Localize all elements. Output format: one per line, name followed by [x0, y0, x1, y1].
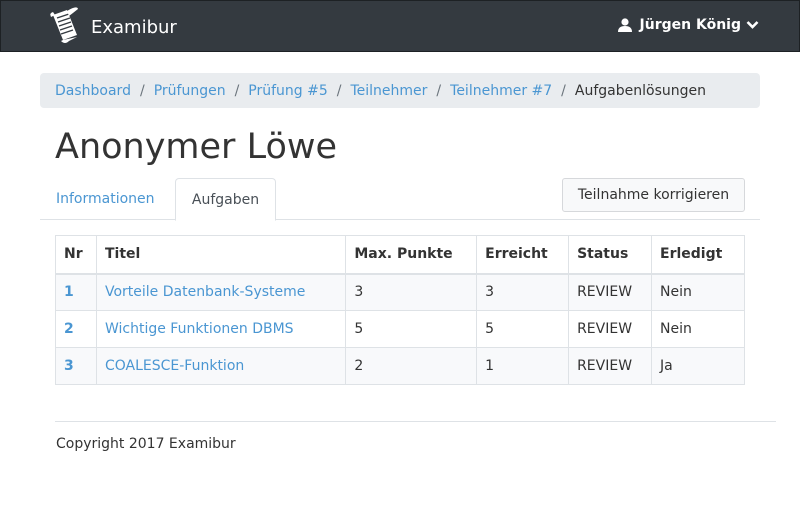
breadcrumb-dashboard[interactable]: Dashboard: [55, 83, 131, 99]
cell-done: Ja: [651, 347, 745, 385]
breadcrumb-separator: /: [561, 82, 566, 99]
task-title-link[interactable]: Wichtige Funktionen DBMS: [105, 321, 294, 337]
cell-status: REVIEW: [568, 310, 653, 348]
tab-aufgaben[interactable]: Aufgaben: [175, 178, 276, 221]
column-header-nr: Nr: [55, 235, 97, 275]
user-dropdown-toggle[interactable]: Jürgen König: [617, 17, 759, 33]
task-title-link[interactable]: Vorteile Datenbank-Systeme: [105, 284, 305, 300]
user-name: Jürgen König: [639, 17, 741, 33]
cell-max-points: 2: [345, 347, 478, 385]
top-navbar: Examibur Jürgen König: [0, 0, 800, 52]
brand-link[interactable]: Examibur: [47, 7, 177, 47]
column-header-done: Erledigt: [651, 235, 745, 275]
page-title: Anonymer Löwe: [55, 127, 338, 167]
cell-reached: 3: [476, 273, 570, 311]
cell-nr: 1: [55, 273, 97, 311]
cell-max-points: 3: [345, 273, 478, 311]
cell-max-points: 5: [345, 310, 478, 348]
cell-nr: 3: [55, 347, 97, 385]
breadcrumb-separator: /: [436, 82, 442, 99]
footer-divider: [55, 421, 776, 422]
cell-title: Wichtige Funktionen DBMS: [95, 310, 347, 348]
cell-status: REVIEW: [568, 273, 653, 311]
brand-name: Examibur: [91, 16, 177, 38]
footer-copyright: Copyright 2017 Examibur: [56, 436, 236, 452]
breadcrumb-separator: /: [139, 82, 145, 99]
chevron-down-icon: [746, 21, 759, 29]
tasks-table: Nr Titel Max. Punkte Erreicht Status Erl…: [55, 235, 745, 385]
breadcrumb: Dashboard / Prüfungen / Prüfung #5 / Tei…: [40, 73, 760, 108]
cell-title: COALESCE-Funktion: [95, 347, 347, 385]
cell-done: Nein: [651, 310, 745, 348]
column-header-reached: Erreicht: [476, 235, 570, 275]
cell-status: REVIEW: [568, 347, 653, 385]
cell-reached: 1: [476, 347, 570, 385]
tab-informationen[interactable]: Informationen: [56, 178, 155, 220]
column-header-max-points: Max. Punkte: [345, 235, 478, 275]
task-number-link[interactable]: 3: [64, 358, 74, 374]
cell-done: Nein: [651, 273, 745, 311]
breadcrumb-separator: /: [234, 82, 240, 99]
table-header-row: Nr Titel Max. Punkte Erreicht Status Erl…: [55, 235, 745, 275]
task-number-link[interactable]: 2: [64, 321, 74, 337]
table-row: 1 Vorteile Datenbank-Systeme 3 3 REVIEW …: [55, 273, 745, 311]
cell-nr: 2: [55, 310, 97, 348]
column-header-status: Status: [568, 235, 653, 275]
breadcrumb-exams[interactable]: Prüfungen: [154, 83, 226, 99]
task-title-link[interactable]: COALESCE-Funktion: [105, 358, 244, 374]
task-number-link[interactable]: 1: [64, 284, 74, 300]
table-row: 2 Wichtige Funktionen DBMS 5 5 REVIEW Ne…: [55, 310, 745, 348]
breadcrumb-separator: /: [336, 82, 342, 99]
breadcrumb-participant[interactable]: Teilnehmer #7: [450, 83, 552, 99]
breadcrumb-current: Aufgabenlösungen: [574, 82, 706, 99]
user-icon: [617, 18, 632, 32]
breadcrumb-participants[interactable]: Teilnehmer: [350, 83, 427, 99]
scroll-feather-icon: [50, 7, 78, 43]
column-header-title: Titel: [95, 235, 347, 275]
cell-reached: 5: [476, 310, 570, 348]
cell-title: Vorteile Datenbank-Systeme: [95, 273, 347, 311]
breadcrumb-exam[interactable]: Prüfung #5: [248, 83, 327, 99]
correct-participation-button[interactable]: Teilnahme korrigieren: [562, 178, 745, 212]
table-row: 3 COALESCE-Funktion 2 1 REVIEW Ja: [55, 347, 745, 385]
